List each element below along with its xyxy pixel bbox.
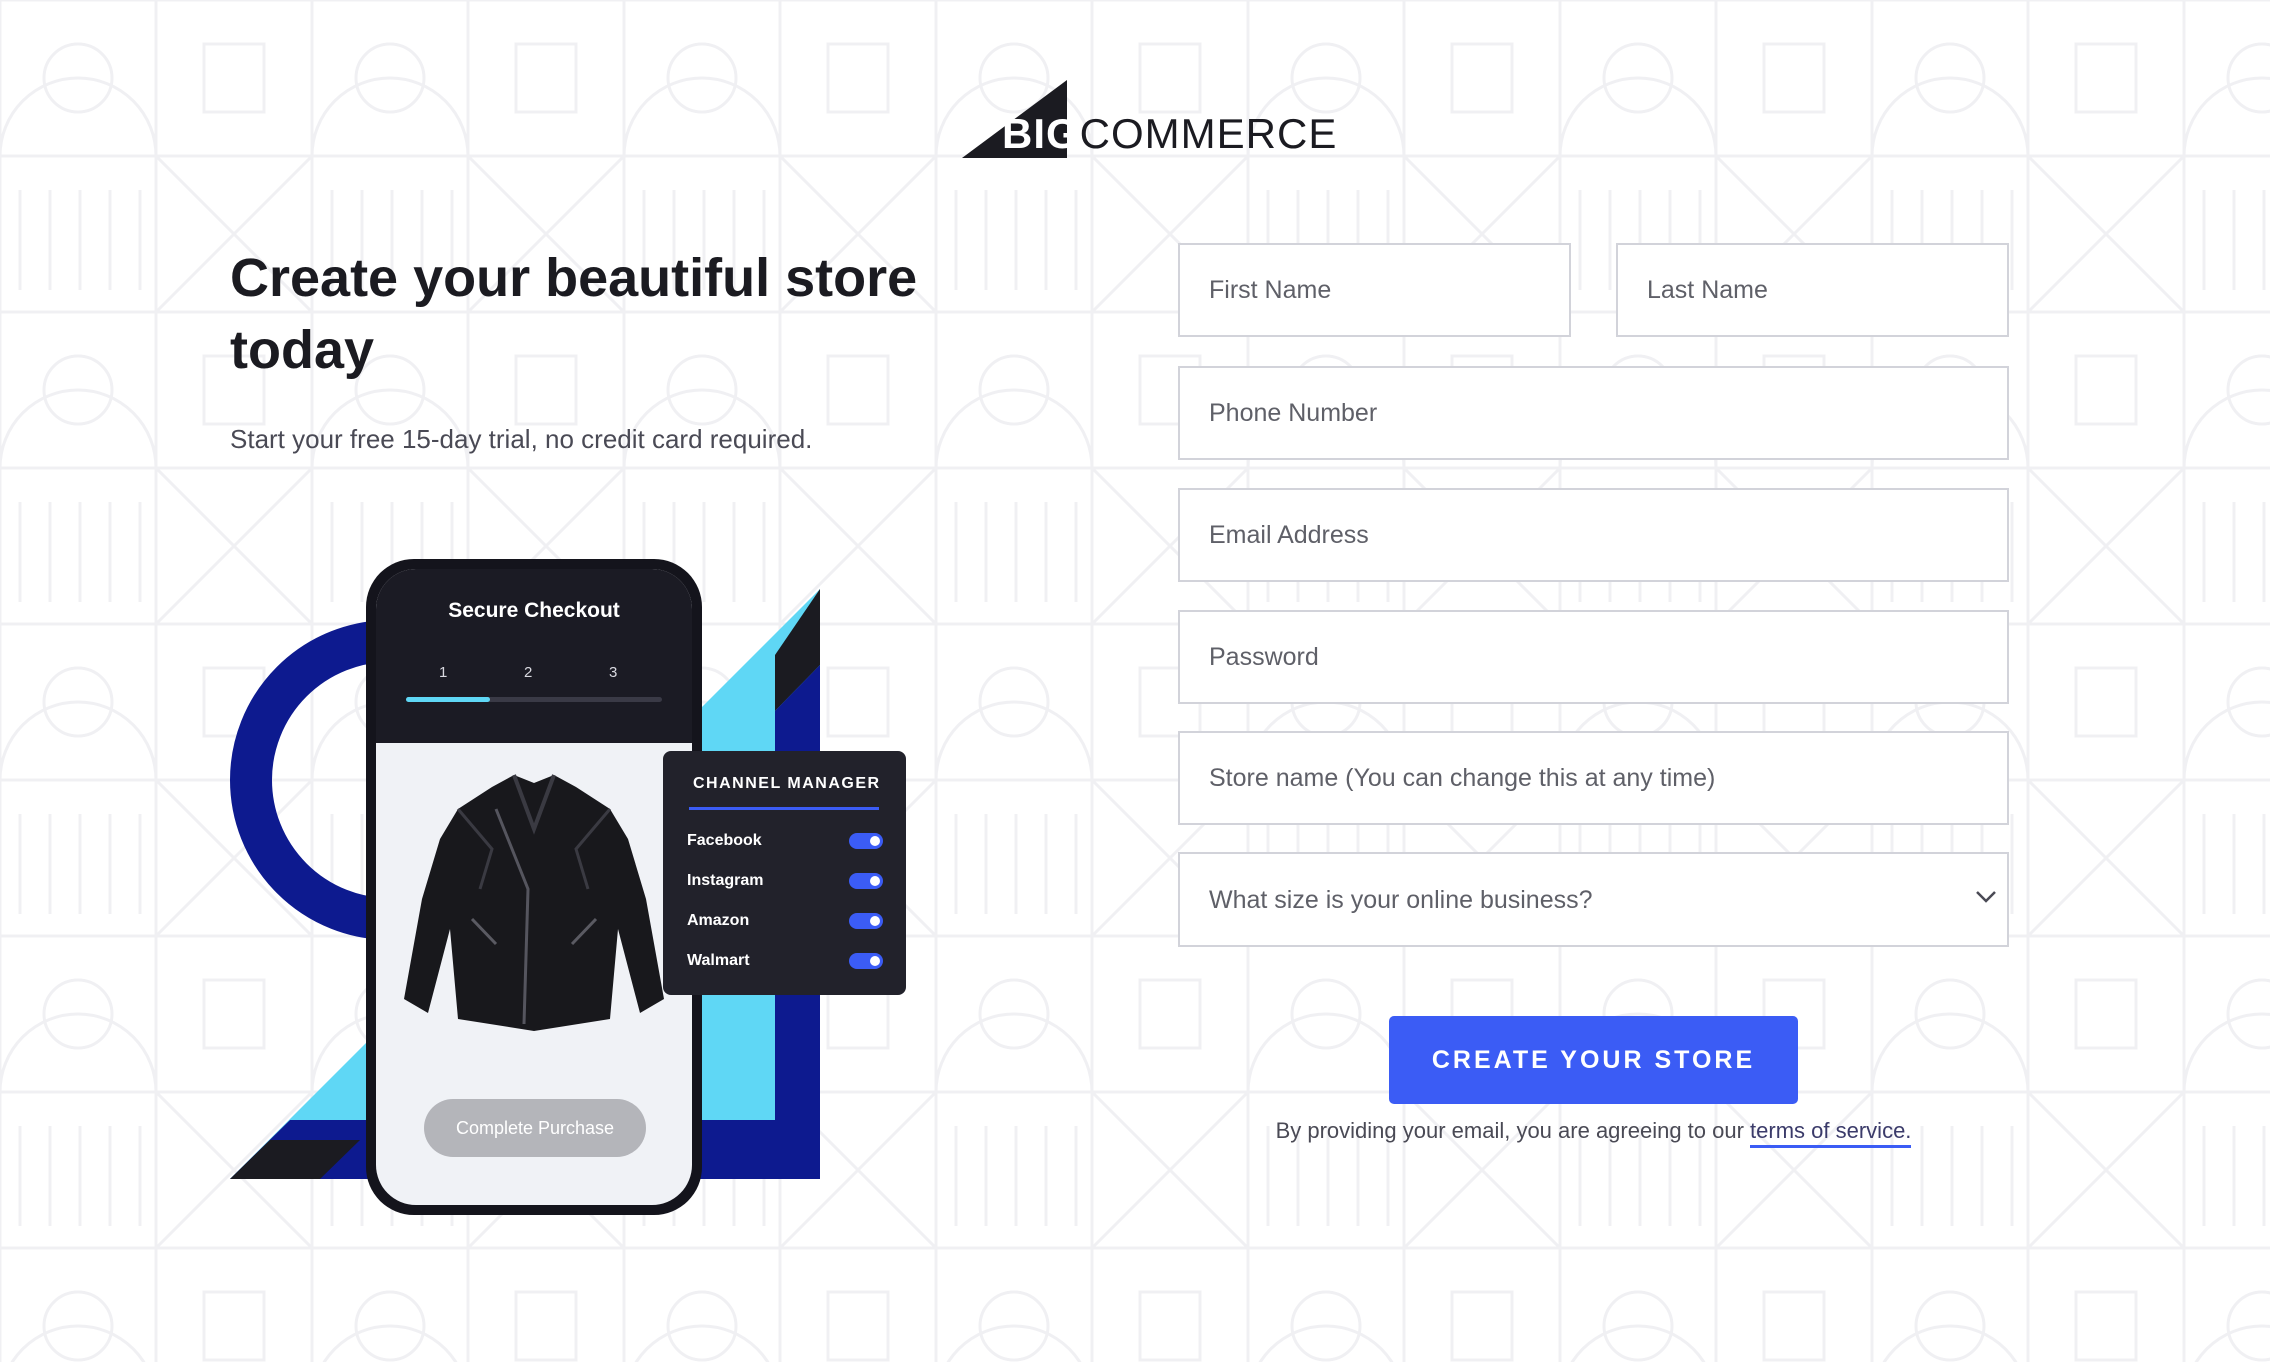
- checkout-step-1: 1: [439, 664, 448, 681]
- logo-big: BIG: [1002, 110, 1080, 157]
- channel-row-instagram: Instagram: [687, 869, 883, 893]
- channel-label: Amazon: [687, 912, 750, 929]
- checkout-title: Secure Checkout: [448, 599, 620, 622]
- checkout-header: Secure Checkout 1 2 3: [376, 569, 692, 743]
- page-subtitle: Start your free 15-day trial, no credit …: [230, 424, 813, 454]
- channel-row-facebook: Facebook: [687, 829, 883, 853]
- store-name-field[interactable]: [1178, 731, 2009, 825]
- business-size-placeholder: What size is your online business?: [1209, 886, 1593, 914]
- channel-row-amazon: Amazon: [687, 909, 883, 933]
- phone-screen: Secure Checkout 1 2 3 Complete Purchase: [376, 569, 692, 1205]
- create-store-button[interactable]: CREATE YOUR STORE: [1389, 1016, 1798, 1104]
- checkout-step-3: 3: [609, 664, 618, 681]
- terms-prefix: By providing your email, you are agreein…: [1275, 1118, 1751, 1143]
- logo-commerce: COMMERCE: [1079, 110, 1338, 157]
- channel-label: Walmart: [687, 952, 750, 969]
- leather-jacket-icon: [404, 774, 664, 1031]
- password-field[interactable]: [1178, 610, 2009, 704]
- bigcommerce-logo[interactable]: BIGCOMMERCE: [962, 80, 1336, 160]
- checkout-progress-track: [406, 697, 662, 702]
- phone-mockup: Secure Checkout 1 2 3 Complete Purchase: [366, 559, 702, 1215]
- first-name-field[interactable]: [1178, 243, 1571, 337]
- channel-manager-card: CHANNEL MANAGER Facebook Instagram Amazo…: [663, 751, 906, 995]
- channel-toggle-facebook[interactable]: [849, 833, 883, 849]
- email-field[interactable]: [1178, 488, 2009, 582]
- channel-row-walmart: Walmart: [687, 949, 883, 973]
- logo-wordmark: BIGCOMMERCE: [1002, 110, 1338, 158]
- page-title: Create your beautiful store today: [230, 248, 918, 380]
- terms-notice: By providing your email, you are agreein…: [1178, 1118, 2009, 1148]
- channel-toggle-walmart[interactable]: [849, 953, 883, 969]
- channel-label: Instagram: [687, 872, 764, 889]
- channel-toggle-instagram[interactable]: [849, 873, 883, 889]
- checkout-step-2: 2: [524, 664, 533, 681]
- phone-number-field[interactable]: [1178, 366, 2009, 460]
- channel-toggle-amazon[interactable]: [849, 913, 883, 929]
- checkout-progress-fill: [406, 697, 491, 702]
- channel-manager-title: CHANNEL MANAGER: [693, 775, 881, 792]
- channel-label: Facebook: [687, 832, 762, 849]
- channel-manager-underline: [689, 807, 879, 810]
- last-name-field[interactable]: [1616, 243, 2009, 337]
- business-size-select[interactable]: What size is your online business?: [1178, 852, 2009, 947]
- chevron-down-icon: [1976, 891, 1996, 903]
- store-illustration: Secure Checkout 1 2 3 Complete Purchase …: [230, 555, 930, 1215]
- complete-purchase-button: Complete Purchase: [424, 1099, 646, 1157]
- terms-of-service-link[interactable]: terms of service.: [1750, 1118, 1912, 1148]
